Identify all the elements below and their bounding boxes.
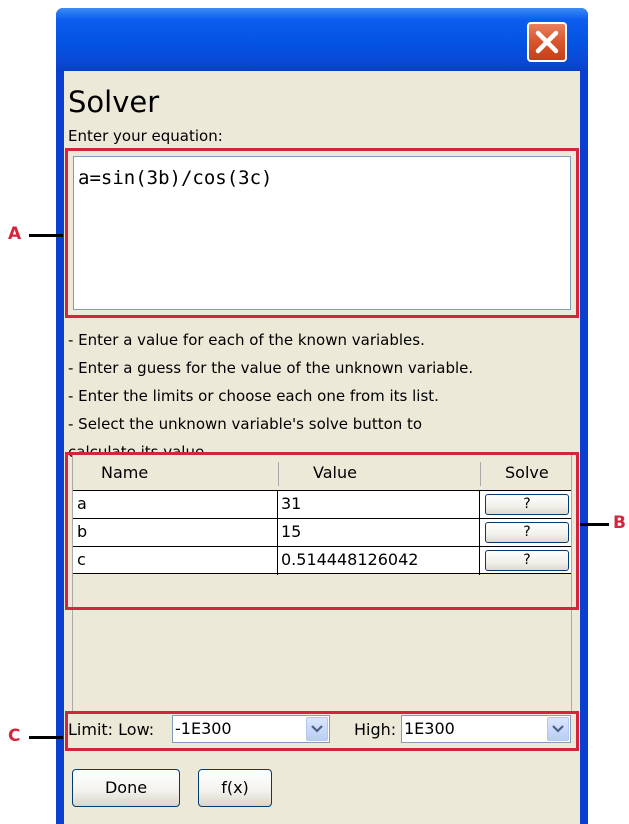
callout-label-b: B <box>613 513 626 533</box>
instruction-line: - Enter the limits or choose each one fr… <box>68 387 439 405</box>
chevron-down-icon <box>311 725 323 733</box>
callout-line-a <box>29 234 63 237</box>
title-bar[interactable] <box>56 8 588 71</box>
callout-line-c <box>29 736 63 739</box>
callout-line-b <box>580 523 609 526</box>
instructions: - Enter a value for each of the known va… <box>68 326 578 466</box>
low-limit-combo[interactable]: -1E300 <box>172 715 330 743</box>
equation-input[interactable]: a=sin(3b)/cos(3c) <box>73 156 571 310</box>
callout-label-a: A <box>8 224 22 244</box>
dialog-title: Solver <box>68 85 160 119</box>
close-button[interactable] <box>527 22 567 62</box>
high-limit-dropdown-button[interactable] <box>547 717 569 741</box>
fx-button[interactable]: f(x) <box>198 769 272 807</box>
chevron-down-icon <box>552 725 564 733</box>
highlight-box-b <box>65 452 579 610</box>
close-icon <box>535 30 559 54</box>
callout-label-c: C <box>8 726 21 746</box>
high-limit-value[interactable]: 1E300 <box>404 716 455 742</box>
solver-window: Solver Enter your equation: a=sin(3b)/co… <box>56 8 588 824</box>
highlight-box-a: a=sin(3b)/cos(3c) <box>65 148 579 318</box>
done-button[interactable]: Done <box>72 769 180 807</box>
instruction-line: - Enter a guess for the value of the unk… <box>68 359 474 377</box>
dialog-body: Solver Enter your equation: a=sin(3b)/co… <box>64 71 580 824</box>
high-limit-label: High: <box>354 720 397 739</box>
high-limit-combo[interactable]: 1E300 <box>401 715 571 743</box>
instruction-line: - Select the unknown variable's solve bu… <box>68 415 423 433</box>
low-limit-dropdown-button[interactable] <box>306 717 328 741</box>
equation-prompt: Enter your equation: <box>68 127 223 145</box>
low-limit-value[interactable]: -1E300 <box>175 716 232 742</box>
limit-low-label: Limit: Low: <box>68 720 155 739</box>
instruction-line: - Enter a value for each of the known va… <box>68 331 425 349</box>
